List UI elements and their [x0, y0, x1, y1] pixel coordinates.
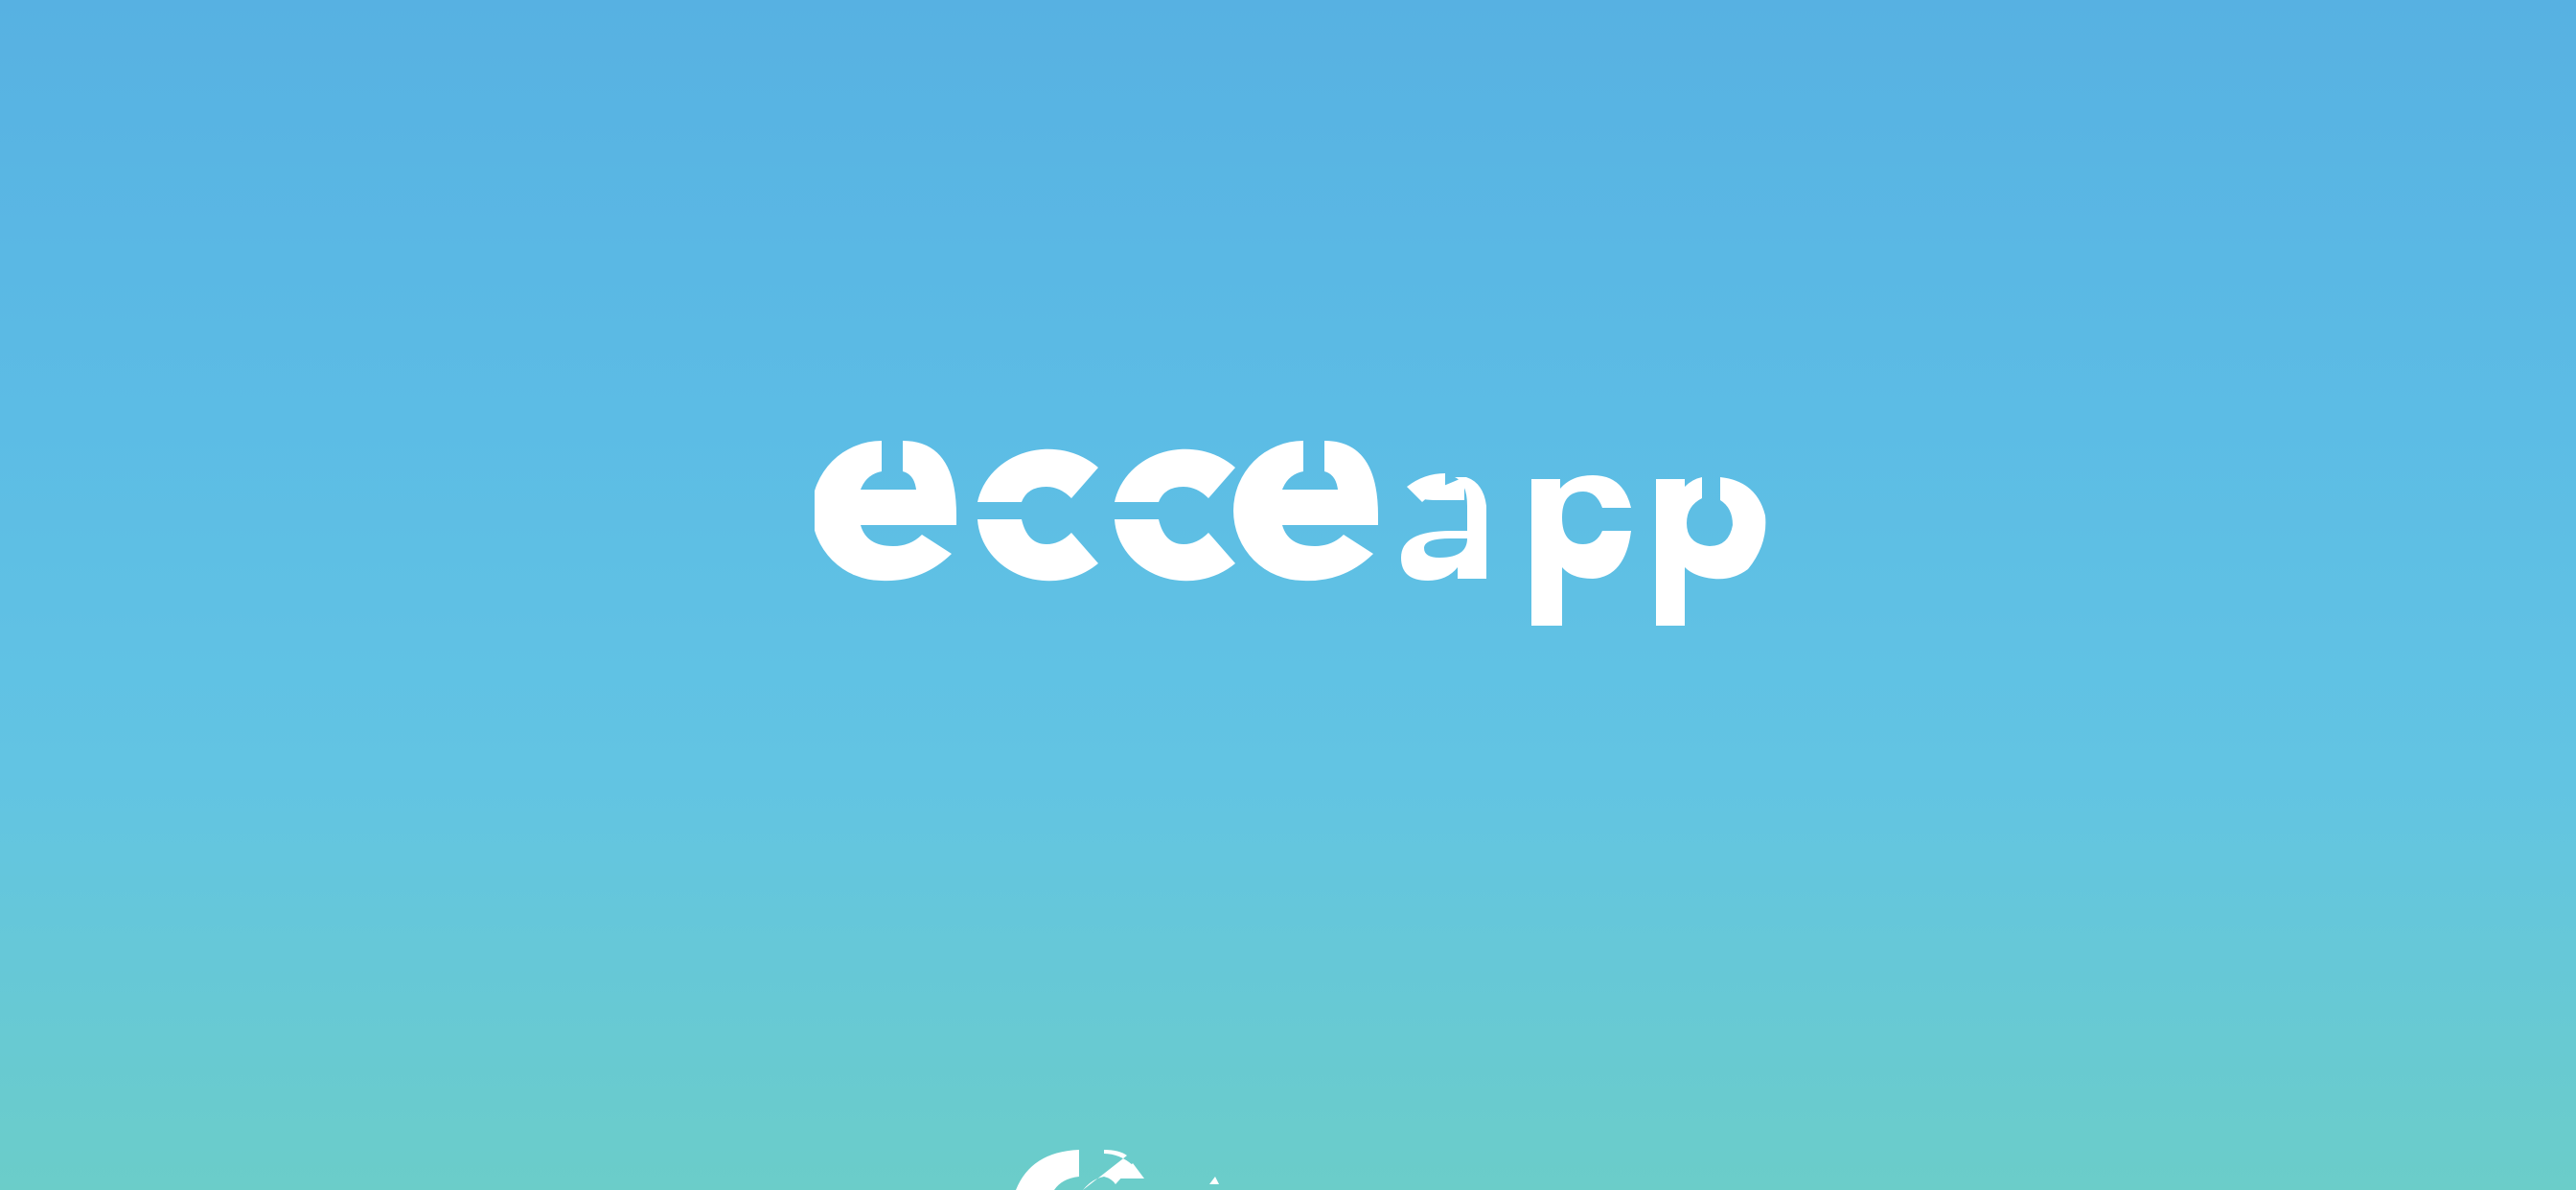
logo-letter-p-1: [1531, 475, 1631, 626]
logo-letter-e-1: [815, 441, 956, 582]
ecce-logo-mark-icon: [997, 1140, 1303, 1190]
splash-screen: ecce app: [0, 0, 2576, 1190]
logo-letter-p-2: [1656, 477, 1766, 626]
logo-letter-e-2: [1233, 441, 1378, 582]
logo-letter-c-2: [1115, 448, 1235, 582]
ecce-app-logo: ecce app: [815, 439, 1773, 630]
logo-letter-c-1: [978, 448, 1098, 582]
ecce-app-logo-icon: [815, 441, 1766, 626]
logo-letter-a: [1401, 473, 1486, 581]
